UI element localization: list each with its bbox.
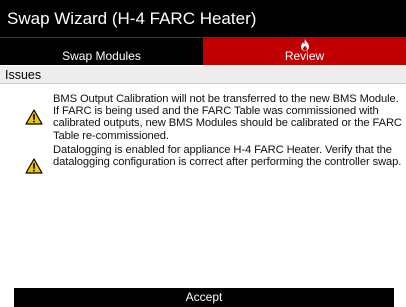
tab-review[interactable]: Review (203, 38, 406, 65)
tab-swap-modules-label: Swap Modules (62, 49, 141, 63)
tab-bar: Swap Modules Review (0, 37, 406, 65)
accept-button[interactable]: Accept (14, 288, 394, 307)
issues-header: Issues (0, 66, 406, 84)
window-title: Swap Wizard (H-4 FARC Heater) (0, 0, 406, 37)
issue-item: BMS Output Calibration will not be trans… (0, 93, 406, 142)
tab-swap-modules[interactable]: Swap Modules (0, 38, 203, 65)
issues-list: BMS Output Calibration will not be trans… (0, 93, 406, 174)
issue-text: BMS Output Calibration will not be trans… (53, 93, 402, 142)
tab-review-label: Review (284, 49, 325, 63)
warning-icon (25, 109, 43, 125)
issue-text: Datalogging is enabled for appliance H-4… (53, 143, 402, 169)
issue-item: Datalogging is enabled for appliance H-4… (0, 143, 406, 174)
warning-icon (25, 158, 43, 174)
